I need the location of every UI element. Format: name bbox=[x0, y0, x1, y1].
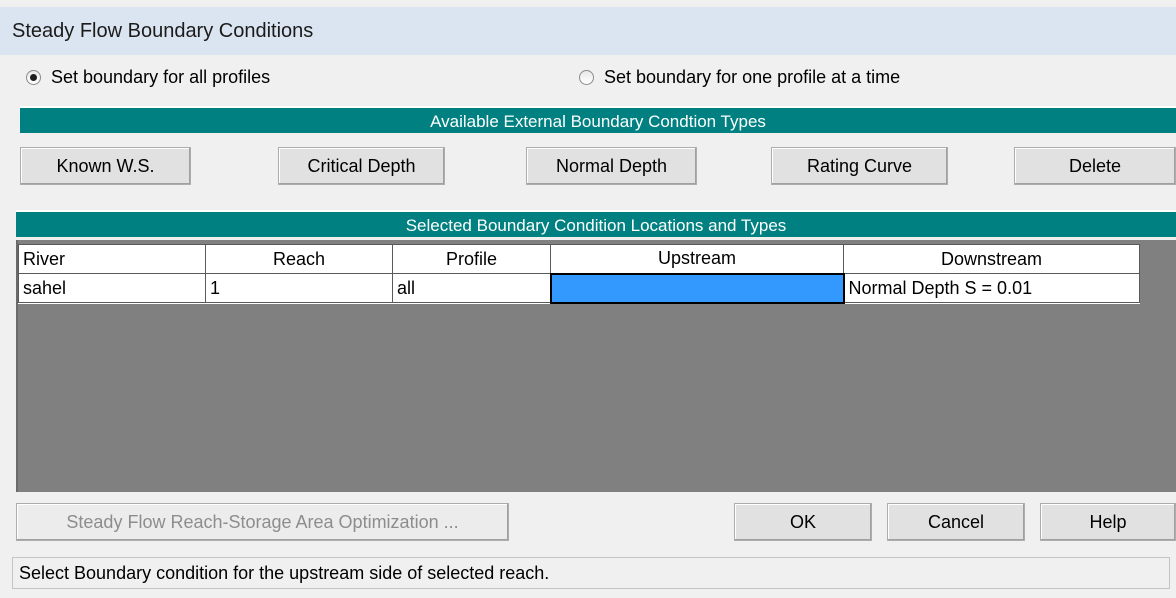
radio-all-profiles-indicator[interactable] bbox=[26, 69, 41, 85]
radio-one-profile-indicator[interactable] bbox=[579, 69, 594, 85]
cell-river[interactable]: sahel bbox=[18, 273, 206, 303]
boundary-table: River Reach Profile Upstream Downstream … bbox=[18, 244, 1140, 304]
cell-profile[interactable]: all bbox=[392, 273, 551, 303]
delete-button[interactable]: Delete bbox=[1014, 147, 1176, 185]
col-header-reach[interactable]: Reach bbox=[205, 244, 393, 274]
optimization-button[interactable]: Steady Flow Reach-Storage Area Optimizat… bbox=[16, 503, 509, 541]
help-button[interactable]: Help bbox=[1040, 503, 1176, 541]
status-bar: Select Boundary condition for the upstre… bbox=[12, 557, 1170, 589]
cell-downstream[interactable]: Normal Depth S = 0.01 bbox=[843, 273, 1140, 303]
cancel-button[interactable]: Cancel bbox=[887, 503, 1025, 541]
rating-curve-button[interactable]: Rating Curve bbox=[771, 147, 948, 185]
col-header-downstream[interactable]: Downstream bbox=[843, 244, 1140, 274]
table-header-row: River Reach Profile Upstream Downstream bbox=[18, 244, 1140, 274]
col-header-profile[interactable]: Profile bbox=[392, 244, 551, 274]
window-title: Steady Flow Boundary Conditions bbox=[12, 20, 314, 42]
radio-one-profile-label[interactable]: Set boundary for one profile at a time bbox=[604, 67, 900, 88]
critical-depth-button[interactable]: Critical Depth bbox=[278, 147, 445, 185]
radio-all-profiles[interactable]: Set boundary for all profiles bbox=[26, 62, 270, 92]
known-ws-button[interactable]: Known W.S. bbox=[20, 147, 191, 185]
boundary-conditions-grid[interactable]: River Reach Profile Upstream Downstream … bbox=[16, 240, 1176, 492]
cell-upstream[interactable] bbox=[549, 272, 845, 304]
selected-locations-header: Selected Boundary Condition Locations an… bbox=[16, 210, 1176, 237]
available-types-header: Available External Boundary Condtion Typ… bbox=[20, 106, 1176, 133]
normal-depth-button[interactable]: Normal Depth bbox=[526, 147, 697, 185]
col-header-river[interactable]: River bbox=[18, 244, 206, 274]
ok-button[interactable]: OK bbox=[734, 503, 872, 541]
title-bar: Steady Flow Boundary Conditions bbox=[0, 7, 1176, 55]
table-row[interactable]: sahel 1 all Normal Depth S = 0.01 bbox=[18, 272, 1140, 304]
radio-all-profiles-label[interactable]: Set boundary for all profiles bbox=[51, 67, 270, 88]
cell-reach[interactable]: 1 bbox=[205, 273, 393, 303]
col-header-upstream[interactable]: Upstream bbox=[550, 244, 844, 274]
radio-one-profile[interactable]: Set boundary for one profile at a time bbox=[579, 62, 900, 92]
